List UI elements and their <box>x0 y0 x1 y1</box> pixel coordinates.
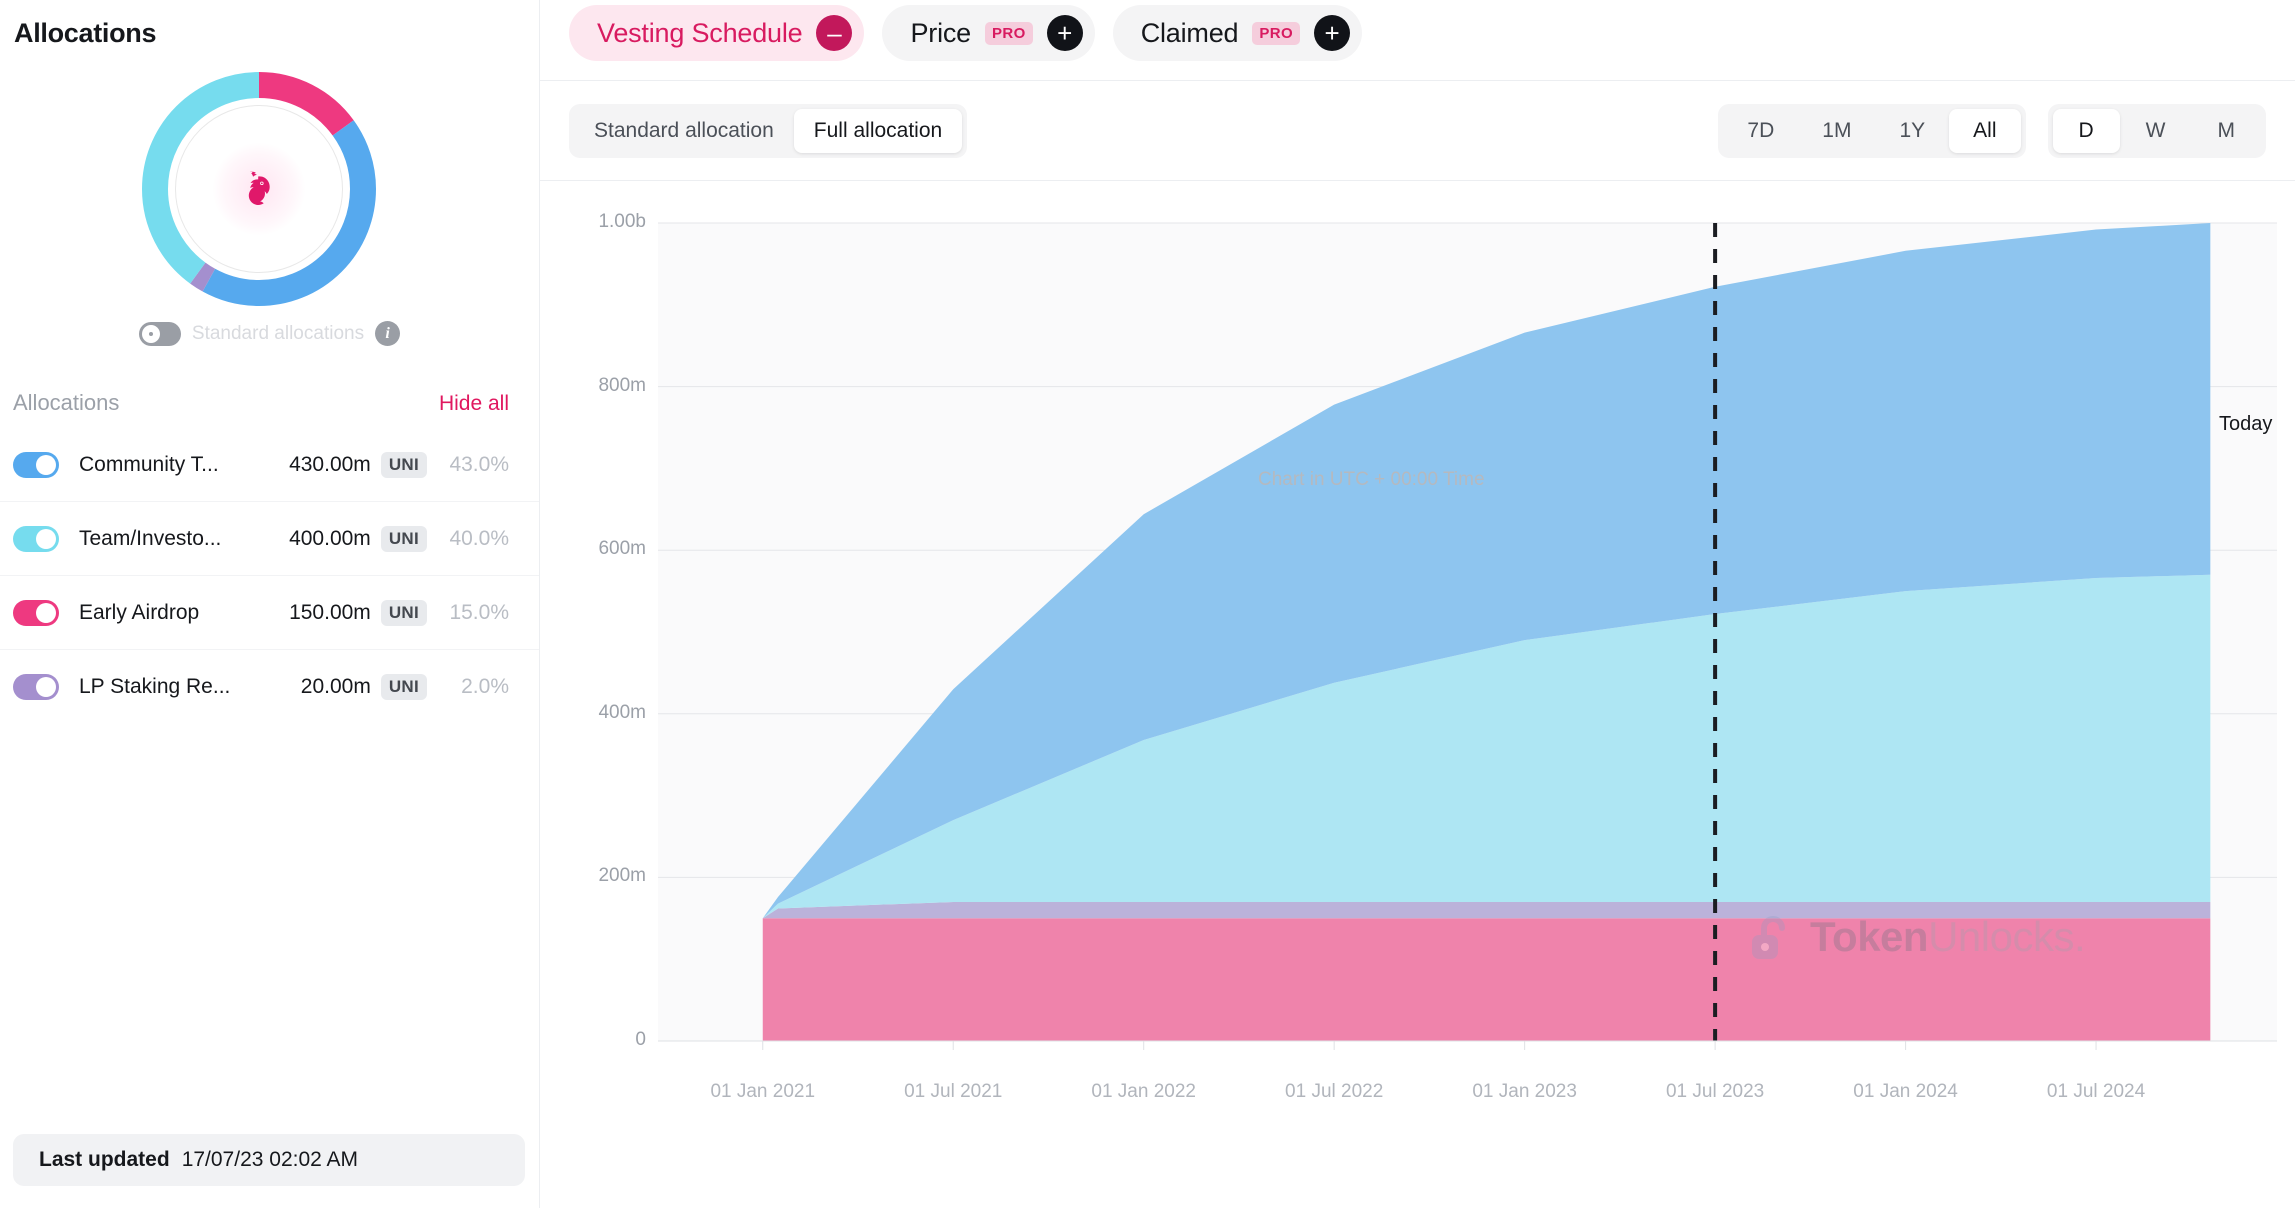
x-axis-tick-label: 01 Jan 2023 <box>1472 1081 1577 1102</box>
allocation-name: Early Airdrop <box>79 600 200 624</box>
last-updated-value: 17/07/23 02:02 AM <box>181 1148 358 1171</box>
x-axis-tick-label: 01 Jul 2021 <box>904 1081 1003 1102</box>
y-axis-tick-label: 600m <box>598 538 646 560</box>
metric-chip[interactable]: Vesting Schedule – <box>569 5 865 61</box>
metric-chip[interactable]: Claimed PRO + <box>1112 5 1363 61</box>
watermark-light: Unlocks. <box>1928 913 2086 960</box>
y-axis-tick-label: 0 <box>635 1029 646 1050</box>
allocation-donut-chart <box>0 63 540 313</box>
allocation-mode-segmented: Standard allocation Full allocation <box>569 103 968 158</box>
tokenunlocks-watermark: TokenUnlocks. <box>1746 911 2086 963</box>
time-range-option[interactable]: 7D <box>1723 109 1798 153</box>
watermark-text: TokenUnlocks. <box>1810 913 2086 961</box>
allocation-visibility-toggle[interactable] <box>13 599 59 626</box>
token-symbol-badge: UNI <box>380 451 427 478</box>
allocations-list: Community T... 430.00m UNI 43.0% Team/Invest… <box>0 428 539 724</box>
today-marker-label: Today <box>2219 413 2273 435</box>
x-axis-tick-label: 01 Jul 2023 <box>1665 1081 1765 1102</box>
last-updated-label: Last updated <box>39 1148 170 1171</box>
allocation-values: 400.00m UNI 40.0% <box>289 525 509 552</box>
allocation-amount: 430.00m <box>289 452 371 476</box>
allocation-percent: 43.0% <box>449 452 509 476</box>
x-axis-tick-label: 01 Jan 2022 <box>1091 1081 1196 1102</box>
open-padlock-icon <box>1752 916 1785 959</box>
allocation-amount: 150.00m <box>289 600 371 624</box>
watermark-bold: Token <box>1810 913 1929 960</box>
allocation-row: Team/Investo... 400.00m UNI 40.0% <box>0 502 539 576</box>
y-axis-tick-label: 200m <box>598 865 646 887</box>
allocation-row: Community T... 430.00m UNI 43.0% <box>0 428 539 502</box>
chart-controls-bar: Standard allocation Full allocation 7D 1M 1… <box>540 80 2295 180</box>
allocation-amount: 20.00m <box>300 675 371 698</box>
allocation-name: LP Staking Re... <box>79 675 231 698</box>
info-icon[interactable]: i <box>375 321 401 346</box>
y-axis-tick-label: 1.00b <box>598 211 646 232</box>
allocation-row: LP Staking Re... 20.00m UNI 2.0% <box>0 650 539 724</box>
time-range-option[interactable]: 1Y <box>1875 109 1949 153</box>
hide-all-button[interactable]: Hide all <box>439 392 509 416</box>
x-axis-tick-label: 01 Jan 2021 <box>710 1081 816 1102</box>
allocations-list-title: Allocations <box>13 390 120 415</box>
allocation-visibility-toggle[interactable] <box>13 525 59 552</box>
allocation-visibility-toggle[interactable] <box>13 451 59 478</box>
y-axis-tick-label: 800m <box>598 374 646 396</box>
metric-chip-label: Price <box>910 17 971 48</box>
add-metric-icon[interactable]: + <box>1046 15 1083 51</box>
allocation-amount: 400.00m <box>289 526 371 550</box>
standard-allocations-row: Standard allocations i <box>0 321 539 346</box>
allocation-percent: 15.0% <box>449 600 509 624</box>
granularity-option[interactable]: D <box>2052 108 2120 153</box>
token-symbol-badge: UNI <box>380 599 427 626</box>
pro-badge: PRO <box>1252 21 1301 45</box>
chart-canvas <box>658 222 2277 1050</box>
page-root: Allocations Standard allocations i Alloc… <box>0 0 2295 1208</box>
main-panel: Vesting Schedule – Price PRO + Claimed PRO + St… <box>540 0 2295 1208</box>
x-axis-tick-label: 01 Jul 2024 <box>2046 1081 2146 1102</box>
token-symbol-badge: UNI <box>380 674 427 700</box>
allocation-mode-option[interactable]: Full allocation <box>793 108 963 153</box>
allocation-percent: 40.0% <box>449 526 509 550</box>
metric-chip-bar: Vesting Schedule – Price PRO + Claimed PRO + <box>540 0 2295 61</box>
uniswap-unicorn-icon <box>248 171 270 205</box>
metric-chip[interactable]: Price PRO + <box>882 5 1095 61</box>
y-axis-tick-label: 400m <box>598 701 646 723</box>
allocations-list-header: Allocations Hide all <box>0 390 539 416</box>
granularity-segmented: DWM <box>2047 103 2266 158</box>
granularity-option[interactable]: W <box>2120 109 2192 153</box>
allocation-row: Early Airdrop 150.00m UNI 15.0% <box>0 576 539 650</box>
allocation-name: Team/Investo... <box>79 526 222 550</box>
granularity-option[interactable]: M <box>2192 109 2262 153</box>
x-axis-tick-label: 01 Jan 2024 <box>1853 1081 1958 1102</box>
allocation-percent: 2.0% <box>461 675 509 698</box>
time-range-segmented: 7D 1M 1Y All <box>1718 103 2026 158</box>
add-metric-icon[interactable]: + <box>1314 15 1351 51</box>
last-updated-banner: Last updated 17/07/23 02:02 AM <box>13 1134 525 1186</box>
token-symbol-badge: UNI <box>380 525 427 552</box>
allocation-values: 150.00m UNI 15.0% <box>289 599 509 626</box>
allocation-mode-option[interactable]: Standard allocation <box>574 109 794 153</box>
allocation-name: Community T... <box>79 452 219 476</box>
metric-chip-label: Vesting Schedule <box>597 17 803 48</box>
allocation-visibility-toggle[interactable] <box>13 674 59 700</box>
allocation-values: 20.00m UNI 2.0% <box>301 674 509 700</box>
page-title: Allocations <box>14 18 157 48</box>
metric-chip-label: Claimed <box>1140 17 1239 48</box>
standard-allocations-label: Standard allocations <box>191 322 365 344</box>
pro-badge: PRO <box>984 21 1033 45</box>
allocations-sidebar: Allocations Standard allocations i Alloc… <box>0 0 540 1208</box>
vesting-schedule-chart: Chart in UTC + 00:00 Time Today TokenUnl… <box>540 180 2295 1188</box>
time-range-option[interactable]: 1M <box>1798 109 1875 153</box>
utc-note: Chart in UTC + 00:00 Time <box>1258 469 1485 490</box>
remove-metric-icon[interactable]: – <box>816 15 853 51</box>
allocation-values: 430.00m UNI 43.0% <box>289 451 509 478</box>
time-range-option[interactable]: All <box>1949 108 2021 153</box>
x-axis-tick-label: 01 Jul 2022 <box>1285 1081 1384 1102</box>
standard-allocations-toggle[interactable] <box>138 321 181 346</box>
